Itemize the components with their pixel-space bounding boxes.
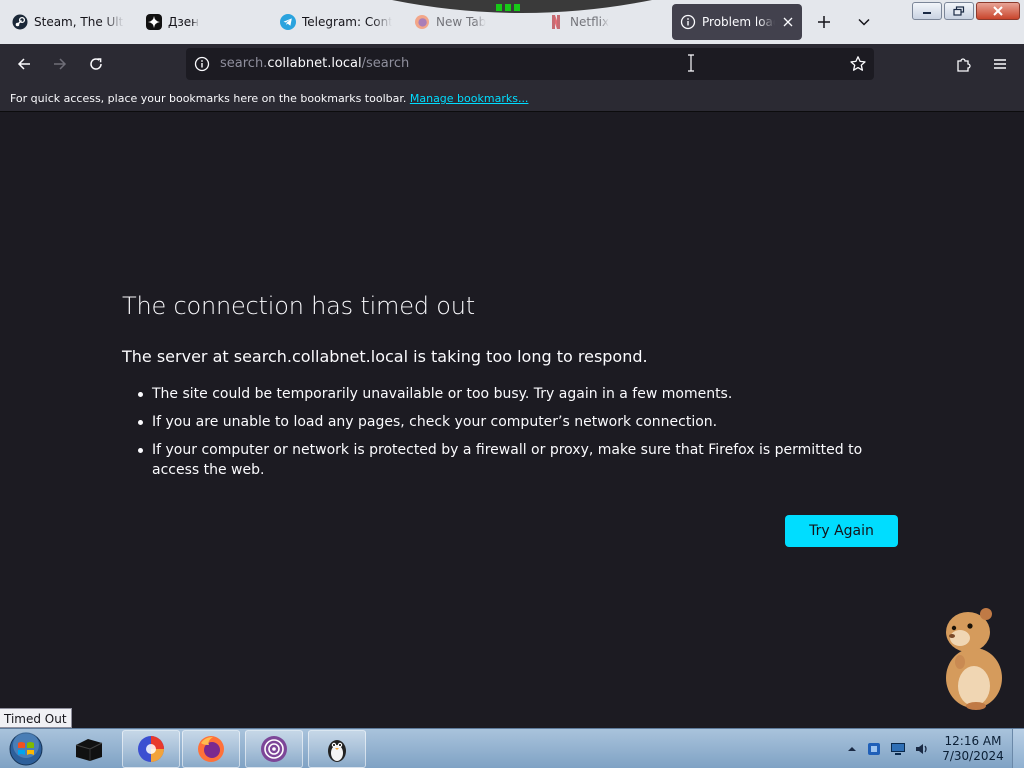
forward-button[interactable] [48, 52, 72, 76]
suggestion-item: The site could be temporarily unavailabl… [136, 384, 906, 404]
window-controls [912, 2, 1020, 20]
taskbar-clock[interactable]: 12:16 AM 7/30/2024 [938, 734, 1008, 764]
forward-arrow-icon [54, 58, 67, 70]
blue-app-icon [868, 743, 880, 755]
tab-label: Steam, The Ultim [34, 15, 124, 29]
firefox-icon [198, 736, 224, 762]
tab-problem-loading[interactable]: Problem loadi [672, 4, 802, 40]
show-hidden-icons-button[interactable] [844, 741, 860, 757]
start-orb-icon [9, 732, 43, 766]
taskbar-app-firefox[interactable] [182, 730, 240, 768]
site-info-icon[interactable] [194, 56, 210, 72]
taskbar-app-penguin[interactable] [308, 730, 366, 768]
taskbar-app-tor[interactable] [245, 730, 303, 768]
chevron-down-icon [858, 18, 870, 26]
network-tray-icon[interactable] [890, 741, 906, 757]
restore-button[interactable] [944, 2, 974, 20]
text-cursor-icon [688, 54, 694, 72]
close-icon [993, 6, 1003, 16]
url-host: collabnet.local [267, 56, 362, 71]
tab-netflix[interactable]: Netflix [540, 4, 668, 40]
plus-icon [818, 16, 830, 28]
list-all-tabs-button[interactable] [852, 10, 876, 34]
reload-icon [90, 58, 102, 70]
suggestion-item: If your computer or network is protected… [136, 440, 906, 480]
url-prefix: search. [220, 56, 268, 71]
status-tooltip: Timed Out [0, 708, 72, 728]
url-text[interactable]: search.collabnet.local/search [220, 56, 409, 71]
volume-tray-icon[interactable] [914, 741, 930, 757]
dzen-icon [146, 14, 162, 30]
tab-telegram[interactable]: Telegram: Conta [272, 4, 400, 40]
tab-label: Netflix [570, 15, 610, 29]
suggestion-item: If you are unable to load any pages, che… [136, 412, 906, 432]
error-title: The connection has timed out [122, 292, 475, 320]
close-window-button[interactable] [976, 2, 1020, 20]
bookmark-star-button[interactable] [848, 54, 868, 74]
tor-browser-icon [261, 736, 287, 762]
back-button[interactable] [12, 52, 36, 76]
url-path: /search [361, 56, 410, 71]
manage-bookmarks-link[interactable]: Manage bookmarks... [410, 92, 529, 105]
taskbar-app-box[interactable] [60, 730, 118, 768]
new-tab-button[interactable] [812, 10, 836, 34]
back-arrow-icon [17, 58, 30, 70]
bookmarks-toolbar: For quick access, place your bookmarks h… [0, 84, 1024, 112]
minimize-button[interactable] [912, 2, 942, 20]
bookmarks-hint: For quick access, place your bookmarks h… [10, 92, 528, 105]
taskbar: 12:16 AM 7/30/2024 [0, 728, 1024, 768]
error-subtitle: The server at search.collabnet.local is … [122, 347, 648, 366]
tab-label: Telegram: Conta [302, 15, 392, 29]
start-button[interactable] [4, 730, 48, 768]
clock-time: 12:16 AM [944, 734, 1002, 748]
minimize-icon [923, 12, 931, 14]
steam-icon [12, 14, 28, 30]
black-box-icon [75, 739, 103, 761]
tab-label: Дзен [168, 15, 199, 29]
close-tab-icon[interactable] [781, 15, 794, 29]
taskbar-app-browser[interactable] [122, 730, 180, 768]
try-again-button[interactable]: Try Again [785, 515, 898, 547]
telegram-icon [280, 14, 296, 30]
show-desktop-button[interactable] [1012, 729, 1024, 768]
info-icon [680, 14, 696, 30]
tab-steam[interactable]: Steam, The Ultim [4, 4, 132, 40]
hamster-sticker-icon [946, 608, 1002, 710]
netflix-icon [548, 14, 564, 30]
extensions-button[interactable] [952, 52, 976, 76]
tab-strip: Steam, The Ultim Дзен Telegram: Conta Ne… [0, 0, 1024, 44]
clock-date: 7/30/2024 [942, 749, 1004, 763]
url-bar[interactable]: search.collabnet.local/search [186, 48, 874, 80]
monitor-icon [891, 743, 905, 755]
tab-dzen[interactable]: Дзен [138, 4, 266, 40]
error-page: The connection has timed out The server … [0, 112, 1024, 728]
hamburger-menu-icon [994, 59, 1006, 69]
puzzle-piece-icon [957, 58, 971, 72]
reload-button[interactable] [84, 52, 108, 76]
up-arrow-icon [848, 747, 856, 751]
app-menu-button[interactable] [988, 52, 1012, 76]
tray-app-icon[interactable] [866, 741, 882, 757]
error-suggestions: The site could be temporarily unavailabl… [136, 384, 906, 488]
tab-label: New Tab [436, 15, 487, 29]
star-icon [850, 56, 866, 71]
tab-new-tab[interactable]: New Tab [406, 4, 534, 40]
browser-swirl-icon [138, 736, 164, 762]
restore-icon [953, 6, 965, 16]
firefox-icon [414, 14, 430, 30]
speaker-icon [916, 744, 927, 754]
bookmarks-message: For quick access, place your bookmarks h… [10, 92, 410, 105]
tab-label: Problem loadi [702, 15, 775, 29]
penguin-app-icon [328, 740, 346, 762]
